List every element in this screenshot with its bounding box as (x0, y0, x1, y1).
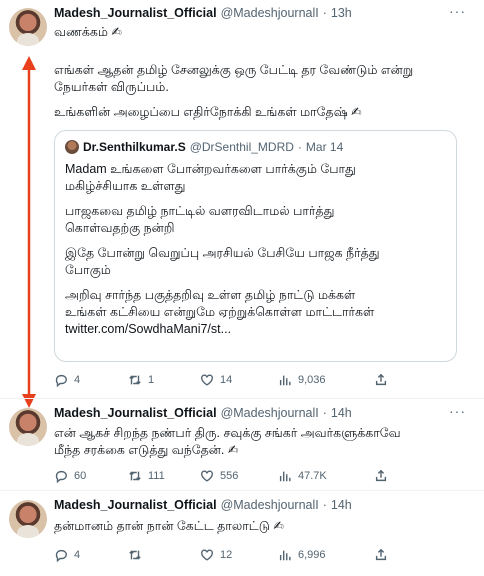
retweet-icon (129, 550, 141, 560)
share-icon (375, 548, 387, 561)
quoted-text-line: அறிவு சார்ந்த பகுத்தறிவு உள்ள தமிழ் நாட்… (65, 288, 356, 302)
reply-icon (55, 470, 67, 483)
views-count: 47.7K (298, 470, 327, 482)
views-count: 6,996 (298, 549, 326, 561)
quoted-text-line: போகும் (65, 263, 111, 277)
tweet-actions: 60 111 556 47.7K (54, 469, 388, 483)
reply-button[interactable]: 4 (54, 548, 128, 562)
quoted-text-line: பாஜகவை தமிழ் நாட்டில் வளரவிடாமல் பார்த்த… (65, 204, 335, 218)
share-icon (375, 373, 387, 386)
timestamp[interactable]: 14h (331, 406, 352, 420)
author-name[interactable]: Madesh_Journalist_Official (54, 406, 217, 420)
quoted-text-line: Madam உங்களை போன்றவர்களை பார்க்கும் போது (65, 162, 356, 176)
tweet-text-line: உங்களின் அழைப்பை எதிர்நோக்கி உங்கள் மாதே… (54, 105, 362, 119)
author-name[interactable]: Madesh_Journalist_Official (54, 6, 217, 20)
tweet-text-line: மீந்த சரக்கை எடுத்து வந்தேன். ✍ (54, 443, 239, 457)
tweet-text-line: என் ஆகச் சிறந்த நண்பர் திரு. சவுக்கு சங்… (54, 426, 401, 440)
like-icon (201, 374, 213, 386)
quoted-author-name: Dr.Senthilkumar.S (83, 140, 186, 154)
like-count: 12 (220, 549, 233, 561)
more-options-icon[interactable]: ··· (449, 403, 466, 419)
quoted-text-line: இதே போன்று வெறுப்பு அரசியல் பேசியே பாஜக … (65, 246, 380, 260)
author-handle[interactable]: @MadeshjournalI (221, 6, 319, 20)
timestamp[interactable]: 14h (331, 498, 352, 512)
reply-icon (55, 374, 67, 387)
author-handle[interactable]: @MadeshjournalI (221, 406, 319, 420)
quoted-text-line: கொள்வதற்கு நன்றி (65, 221, 175, 235)
reply-icon (55, 549, 67, 562)
reply-count: 4 (74, 374, 81, 386)
tweet-1[interactable]: Madesh_Journalist_Official @Madeshjourna… (0, 0, 484, 399)
tweet-actions: 4 1 14 9,036 (54, 373, 388, 387)
avatar[interactable] (9, 500, 47, 538)
quoted-avatar (65, 140, 79, 154)
reply-count: 60 (74, 470, 87, 482)
separator: · (297, 140, 302, 154)
reply-count: 4 (74, 549, 81, 561)
quoted-link[interactable]: twitter.com/SowdhaMani7/st... (65, 321, 231, 338)
quoted-author-handle: @DrSenthil_MDRD (189, 140, 294, 154)
timestamp[interactable]: 13h (331, 6, 352, 20)
tweet-header: Madesh_Journalist_Official @Madeshjourna… (54, 406, 352, 420)
views-icon (279, 375, 291, 386)
author-name[interactable]: Madesh_Journalist_Official (54, 498, 217, 512)
separator: · (322, 498, 327, 512)
quoted-tweet-header: Dr.Senthilkumar.S @DrSenthil_MDRD · Mar … (65, 140, 343, 154)
tweet-header: Madesh_Journalist_Official @Madeshjourna… (54, 498, 352, 512)
tweet-2[interactable]: Madesh_Journalist_Official @Madeshjourna… (0, 400, 484, 491)
retweet-count: 1 (148, 374, 155, 386)
retweet-icon (129, 471, 141, 481)
retweet-button[interactable]: 111 (128, 469, 200, 483)
like-count: 14 (220, 374, 233, 386)
quoted-date: Mar 14 (305, 140, 344, 154)
share-button[interactable] (374, 548, 388, 562)
reply-button[interactable]: 60 (54, 469, 128, 483)
quoted-text-line: மகிழ்ச்சியாக உள்ளது (65, 179, 186, 193)
separator: · (322, 6, 327, 20)
like-icon (201, 549, 213, 561)
like-icon (201, 470, 213, 482)
tweet-text-line: வணக்கம் ✍ (54, 25, 122, 39)
author-handle[interactable]: @MadeshjournalI (221, 498, 319, 512)
tweet-text-line: தன்மானம் தான் நான் கேட்ட தாலாட்டு ✍ (54, 519, 284, 533)
views-count: 9,036 (298, 374, 326, 386)
more-options-icon[interactable]: ··· (449, 3, 466, 19)
retweet-count: 111 (148, 470, 165, 482)
quoted-tweet[interactable]: Dr.Senthilkumar.S @DrSenthil_MDRD · Mar … (54, 130, 457, 362)
tweet-header: Madesh_Journalist_Official @Madeshjourna… (54, 6, 352, 20)
tweet-3[interactable]: Madesh_Journalist_Official @Madeshjourna… (0, 492, 484, 576)
views-icon (279, 550, 291, 561)
like-button[interactable]: 556 (200, 469, 278, 483)
avatar[interactable] (9, 8, 47, 46)
like-count: 556 (220, 470, 239, 482)
views-button[interactable]: 47.7K (278, 469, 374, 483)
like-button[interactable]: 14 (200, 373, 278, 387)
avatar[interactable] (9, 408, 47, 446)
views-button[interactable]: 9,036 (278, 373, 374, 387)
share-button[interactable] (374, 373, 388, 387)
separator: · (322, 406, 327, 420)
share-icon (375, 469, 387, 482)
share-button[interactable] (374, 469, 388, 483)
retweet-icon (129, 375, 141, 385)
retweet-button[interactable]: 1 (128, 373, 200, 387)
views-button[interactable]: 6,996 (278, 548, 374, 562)
reply-button[interactable]: 4 (54, 373, 128, 387)
retweet-button[interactable] (128, 548, 200, 562)
tweet-text-line: நேயர்கள் விருப்பம். (54, 80, 169, 94)
views-icon (279, 471, 291, 482)
tweet-text-line: எங்கள் ஆதன் தமிழ் சேனலுக்கு ஒரு பேட்டி த… (54, 63, 414, 77)
quoted-text-line: உங்கள் கட்சியை என்றுமே ஏற்றுக்கொள்ள மாட்… (65, 305, 375, 319)
like-button[interactable]: 12 (200, 548, 278, 562)
tweet-actions: 4 12 6,996 (54, 548, 388, 562)
